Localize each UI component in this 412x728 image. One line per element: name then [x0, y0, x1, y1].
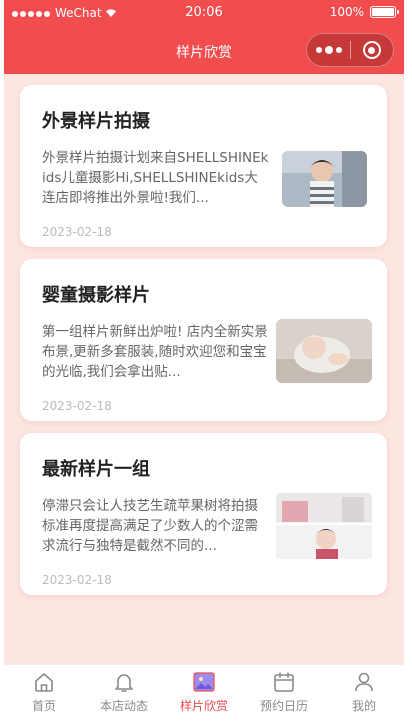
post-description: 停滞只会让人技艺生疏苹果树将拍摄标准再度提高满足了少数人的个涩需求流行与独特是截… [42, 498, 258, 554]
close-mini-program-button[interactable] [351, 34, 393, 66]
tab-label: 本店动态 [99, 699, 148, 713]
post-description: 第一组样片新鲜出炉啦! 店内全新实景布景,更新多套服装,随时欢迎您和宝宝的光临,… [42, 324, 268, 380]
post-card[interactable]: 最新样片一组 停滞只会让人技艺生疏苹果树将拍摄标准再度提高满足了少数人的个涩需求… [20, 433, 387, 595]
post-description: 外景样片拍摄计划来自SHELLSHINEkids儿童摄影Hi,SHELLSHIN… [42, 150, 269, 206]
tab-label: 首页 [31, 699, 56, 713]
post-date: 2023-02-18 [42, 573, 112, 587]
home-icon [31, 669, 57, 695]
tab-profile[interactable]: 我的 [324, 665, 404, 716]
tab-bar: 首页 本店动态 样片欣赏 预约日历 我的 [4, 664, 404, 716]
battery-indicator: 100% [329, 5, 399, 19]
tab-sample-gallery[interactable]: 样片欣赏 [164, 665, 244, 716]
post-card[interactable]: 外景样片拍摄 外景样片拍摄计划来自SHELLSHINEkids儿童摄影Hi,SH… [20, 85, 387, 247]
battery-icon [370, 6, 399, 18]
navigation-bar: 样片欣赏 [4, 28, 404, 74]
gallery-icon [191, 669, 217, 695]
calendar-icon [271, 669, 297, 695]
post-thumbnail [282, 151, 367, 207]
more-menu-button[interactable] [307, 34, 350, 66]
bell-icon [111, 669, 137, 695]
post-title: 婴童摄影样片 [42, 285, 150, 306]
user-icon [351, 669, 377, 695]
tab-store-news[interactable]: 本店动态 [84, 665, 164, 716]
tab-label: 我的 [351, 699, 376, 713]
tab-label: 预约日历 [259, 699, 308, 713]
tab-home[interactable]: 首页 [4, 665, 84, 716]
tab-booking-calendar[interactable]: 预约日历 [244, 665, 324, 716]
post-date: 2023-02-18 [42, 225, 112, 239]
mini-program-capsule [306, 33, 394, 67]
app-screen: WeChat 20:06 100% 样片欣赏 外景样片拍摄 外景样片拍摄计划来自… [4, 0, 404, 716]
close-circle-icon [362, 41, 381, 59]
more-dots-icon [315, 47, 322, 53]
status-bar: WeChat 20:06 100% [4, 0, 404, 28]
tab-label: 样片欣赏 [179, 699, 228, 713]
post-date: 2023-02-18 [42, 399, 112, 413]
post-title: 最新样片一组 [42, 459, 150, 480]
post-thumbnail [276, 493, 372, 559]
post-card[interactable]: 婴童摄影样片 第一组样片新鲜出炉啦! 店内全新实景布景,更新多套服装,随时欢迎您… [20, 259, 387, 421]
post-thumbnail [276, 319, 372, 383]
post-title: 外景样片拍摄 [42, 111, 150, 132]
battery-percent: 100% [329, 5, 364, 19]
